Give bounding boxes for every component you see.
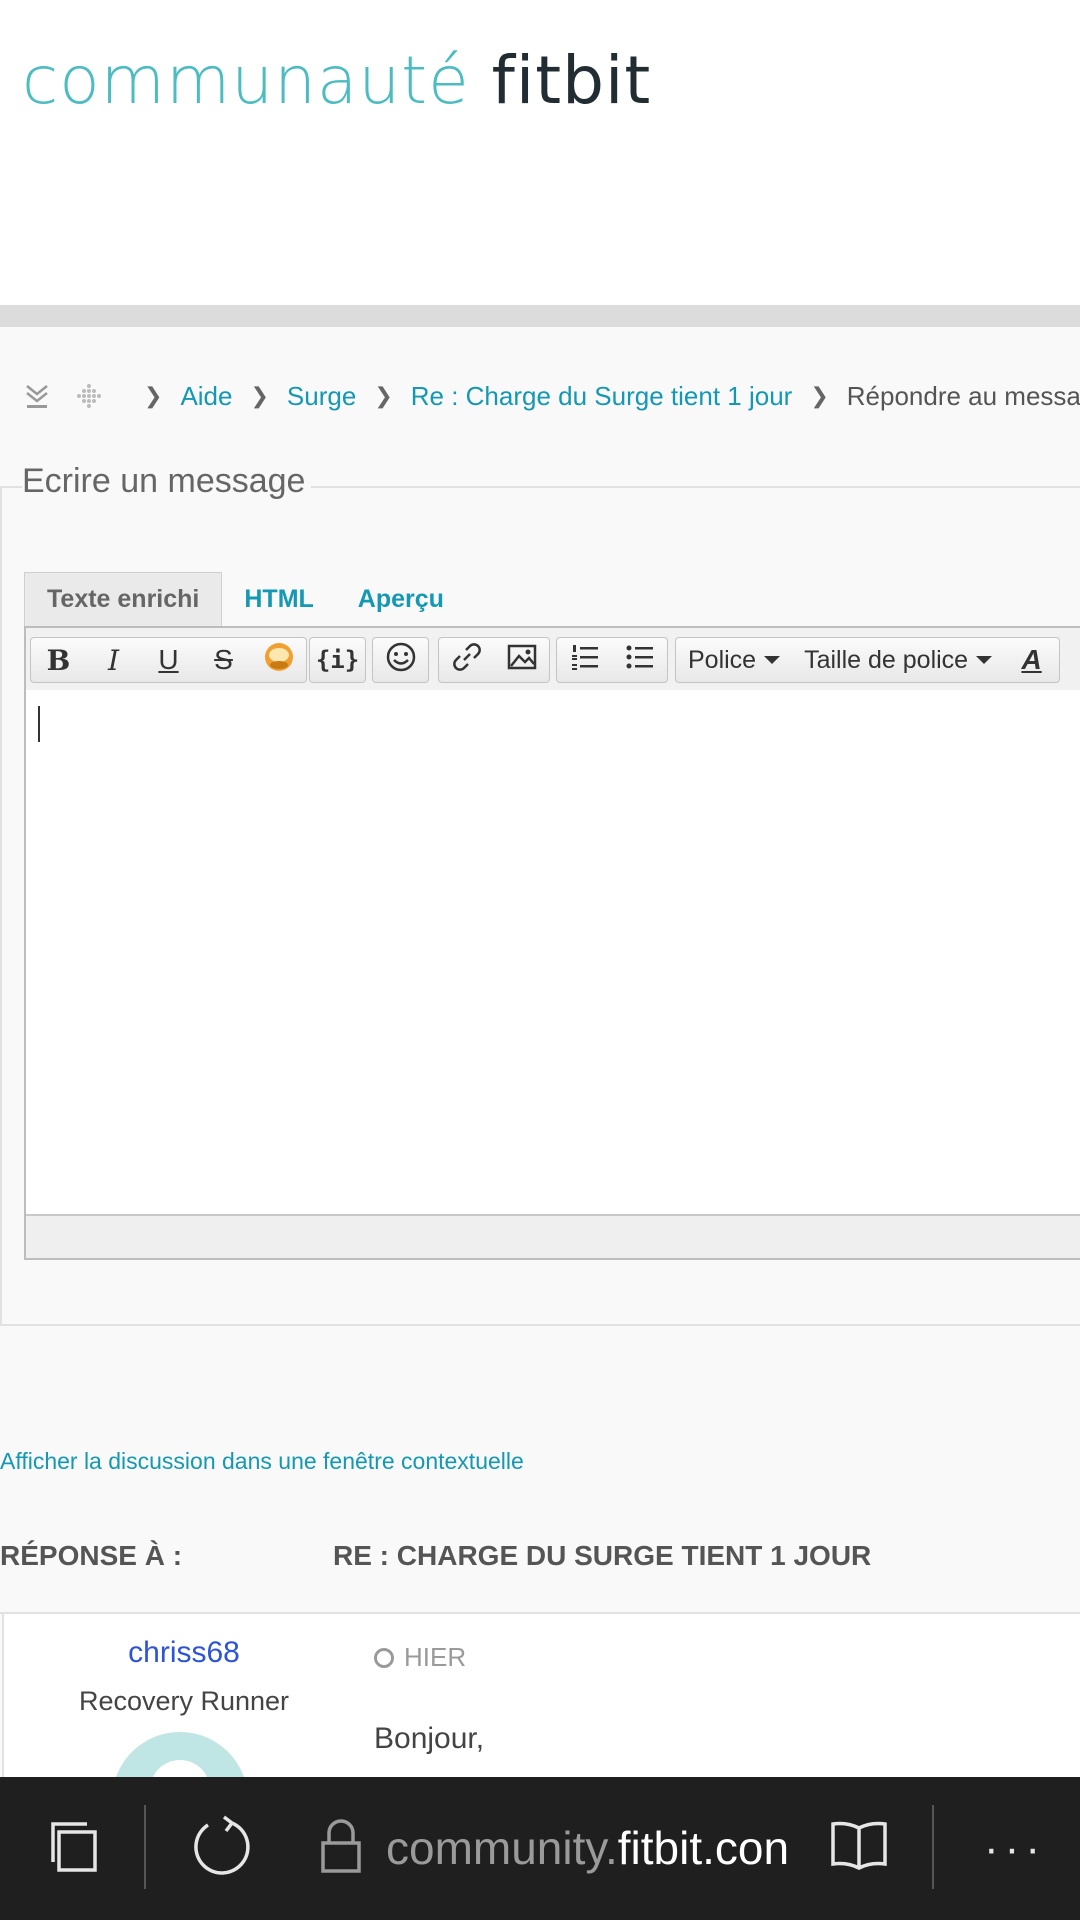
reading-view-button[interactable] — [814, 1777, 904, 1920]
more-icon: ··· — [984, 1823, 1046, 1873]
more-button[interactable]: ··· — [970, 1777, 1060, 1920]
image-button[interactable] — [494, 638, 549, 682]
tab-preview[interactable]: Aperçu — [336, 572, 466, 626]
code-group: {i} — [309, 637, 366, 683]
toolbar-divider — [932, 1805, 934, 1889]
tabs-button[interactable] — [30, 1777, 120, 1920]
grid-icon[interactable] — [74, 381, 104, 411]
chevron-down-icon — [976, 656, 993, 664]
chevron-right-icon: ❯ — [374, 383, 393, 408]
tab-html[interactable]: HTML — [222, 572, 335, 626]
post-body: Bonjour, — [374, 1722, 485, 1755]
bold-button[interactable]: B — [31, 638, 86, 682]
header-divider — [0, 305, 1080, 327]
italic-button[interactable]: I — [86, 638, 141, 682]
rich-text-editor: B I U S {i} Police Taille de police A — [24, 626, 1080, 1260]
url-host: fitbit.con — [617, 1822, 790, 1874]
link-button[interactable] — [439, 638, 494, 682]
spoiler-icon — [262, 640, 296, 681]
chevron-down-icon — [764, 656, 781, 664]
strikethrough-button[interactable]: S — [196, 638, 251, 682]
reply-label: RÉPONSE À : — [0, 1540, 183, 1571]
font-size-dropdown-label: Taille de police — [804, 645, 969, 674]
refresh-icon — [188, 1813, 254, 1884]
post-timestamp: HIER — [374, 1642, 466, 1673]
collapse-icon[interactable] — [22, 381, 52, 411]
underline-icon: U — [158, 644, 179, 675]
view-discussion-popup-link[interactable]: Afficher la discussion dans une fenêtre … — [0, 1448, 524, 1475]
toolbar-divider — [144, 1805, 146, 1889]
refresh-button[interactable] — [176, 1777, 266, 1920]
site-logo[interactable]: communauté fitbit — [22, 48, 651, 114]
text-color-button[interactable]: A — [1004, 638, 1059, 682]
author-rank: Recovery Runner — [78, 1686, 290, 1716]
breadcrumb-current: Répondre au messag — [846, 380, 1080, 411]
editor-toolbar: B I U S {i} Police Taille de police A — [26, 628, 1080, 691]
emoji-icon — [385, 641, 417, 680]
breadcrumb-link-thread[interactable]: Re : Charge du Surge tient 1 jour — [411, 381, 793, 412]
form-legend: Ecrire un message — [22, 462, 312, 501]
lock-button[interactable] — [306, 1777, 376, 1920]
logo-text-fitbit: fitbit — [491, 42, 652, 119]
tab-rich-text[interactable]: Texte enrichi — [24, 572, 223, 626]
text-color-icon: A — [1021, 644, 1042, 675]
spoiler-button[interactable] — [251, 638, 306, 682]
font-size-dropdown[interactable]: Taille de police — [792, 638, 1004, 682]
breadcrumb-link-aide[interactable]: Aide — [180, 381, 232, 412]
emoji-button[interactable] — [373, 638, 428, 682]
breadcrumb: ❯ Aide ❯ Surge ❯ Re : Charge du Surge ti… — [22, 376, 1080, 416]
editor-tabs: Texte enrichi HTML Aperçu — [24, 572, 466, 626]
font-dropdown[interactable]: Police — [676, 638, 792, 682]
url-prefix: community. — [386, 1822, 618, 1874]
ordered-list-button[interactable] — [557, 638, 612, 682]
breadcrumb-link-surge[interactable]: Surge — [287, 381, 356, 412]
reply-subject: RE : CHARGE DU SURGE TIENT 1 JOUR — [333, 1540, 872, 1571]
link-icon — [451, 641, 483, 680]
italic-icon: I — [107, 643, 120, 677]
code-icon: {i} — [315, 646, 360, 674]
address-bar[interactable]: community.fitbit.con — [386, 1821, 790, 1875]
text-cursor — [38, 706, 40, 742]
lock-icon — [318, 1817, 364, 1880]
clock-icon — [374, 1647, 394, 1668]
tabs-icon — [45, 1816, 105, 1881]
logo-text-communaute: communauté — [22, 42, 470, 119]
chevron-right-icon: ❯ — [810, 383, 829, 408]
font-group: Police Taille de police A — [675, 637, 1061, 683]
editor-statusbar — [26, 1214, 1080, 1258]
author-link[interactable]: chriss68 — [4, 1636, 364, 1670]
font-dropdown-label: Police — [688, 645, 757, 674]
bold-icon: B — [46, 643, 71, 677]
reply-header: RÉPONSE À : RE : CHARGE DU SURGE TIENT 1… — [0, 1540, 1080, 1614]
bullet-list-icon — [624, 641, 656, 680]
strikethrough-icon: S — [214, 644, 233, 675]
browser-toolbar: community.fitbit.con ··· — [0, 1777, 1080, 1920]
emoji-group — [372, 637, 429, 683]
bullet-list-button[interactable] — [612, 638, 667, 682]
post-time-text: HIER — [404, 1642, 467, 1672]
insert-group — [438, 637, 550, 683]
quoted-post: chriss68 Recovery Runner HIER Bonjour, — [2, 1614, 1080, 1868]
message-body-input[interactable] — [26, 690, 1080, 1210]
underline-button[interactable]: U — [141, 638, 196, 682]
format-group: B I U S — [30, 637, 307, 683]
chevron-right-icon: ❯ — [144, 383, 163, 408]
reading-view-icon — [827, 1818, 891, 1879]
chevron-right-icon: ❯ — [250, 383, 269, 408]
code-button[interactable]: {i} — [310, 638, 365, 682]
ordered-list-icon — [569, 641, 601, 680]
image-icon — [506, 641, 538, 680]
list-group — [556, 637, 668, 683]
